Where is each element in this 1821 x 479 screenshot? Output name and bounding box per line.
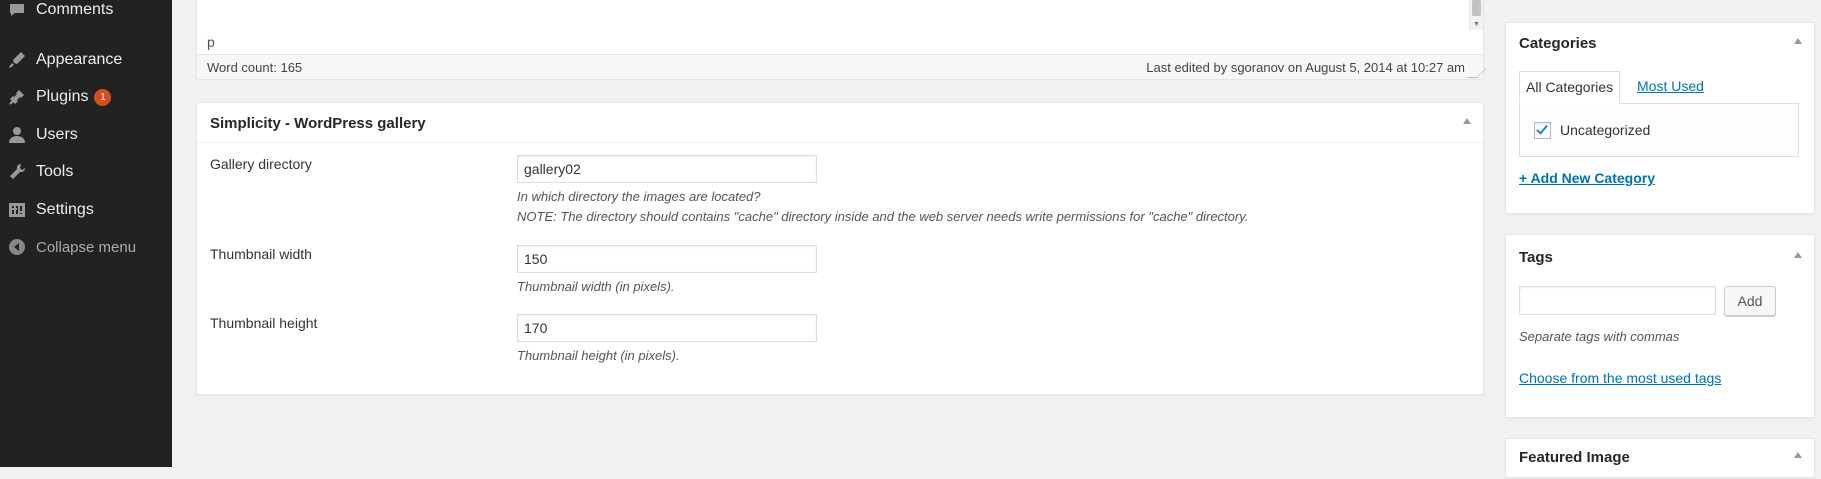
featured-image-box-header[interactable]: Featured Image [1506,439,1814,479]
scroll-down-arrow-icon[interactable]: ▼ [1473,21,1480,28]
tab-all-categories[interactable]: All Categories [1519,71,1621,104]
categories-box-header[interactable]: Categories [1506,23,1814,63]
gallery-directory-desc: In which directory the images are locate… [517,189,761,204]
sidebar-item-label: Appearance [36,51,123,68]
update-count-badge: 1 [94,88,112,106]
users-icon [7,125,27,145]
word-count: Word count: 165 [207,60,303,75]
gallery-directory-input[interactable] [517,155,817,183]
comments-icon [7,0,27,20]
tag-hint-text: Separate tags with commas [1519,329,1680,344]
tags-box: Tags Add Separate tags with commas Choos… [1505,234,1815,418]
editor-element-path[interactable]: p [207,34,215,50]
collapse-toggle-icon[interactable] [1794,452,1802,458]
tools-icon [7,162,27,182]
editor-status-bar: Word count: 165 Last edited by sgoranov … [197,54,1487,79]
featured-image-box-title: Featured Image [1519,449,1630,466]
appearance-icon [7,50,27,70]
categories-box-title: Categories [1519,35,1597,52]
tags-box-title: Tags [1519,249,1553,266]
sidebar-item-appearance[interactable]: Appearance [0,43,172,77]
gallery-box-title: Simplicity - WordPress gallery [210,115,426,132]
add-tag-button[interactable]: Add [1724,286,1776,316]
sidebar-item-label: Users [36,126,78,143]
thumbnail-height-input[interactable] [517,314,817,342]
gallery-box-header[interactable]: Simplicity - WordPress gallery [197,103,1483,143]
checkmark-icon [1536,122,1548,135]
thumbnail-height-desc: Thumbnail height (in pixels). [517,348,680,363]
thumbnail-width-desc: Thumbnail width (in pixels). [517,279,675,294]
collapse-menu-button[interactable]: Collapse menu [0,230,172,264]
sidebar-item-label: Tools [36,163,74,180]
new-tag-input[interactable] [1519,286,1716,315]
scrollbar-thumb[interactable] [1472,0,1481,16]
plugins-icon [7,87,27,107]
collapse-toggle-icon[interactable] [1463,118,1471,124]
resize-handle-icon[interactable] [1467,68,1487,78]
categories-box: Categories All Categories Most Used Unca… [1505,22,1815,214]
sidebar-item-settings[interactable]: Settings [0,193,172,227]
sidebar-item-users[interactable]: Users [0,118,172,152]
category-checklist: Uncategorized [1519,103,1799,157]
thumbnail-width-input[interactable] [517,245,817,273]
post-editor: ▼ p Word count: 165 Last edited by sgora… [196,0,1487,80]
collapse-toggle-icon[interactable] [1794,38,1802,44]
editor-scrollbar[interactable]: ▼ [1469,0,1483,30]
sidebar-item-label: Settings [36,201,94,218]
sidebar-item-label: Plugins [36,88,89,105]
collapse-toggle-icon[interactable] [1794,252,1802,258]
tags-box-header[interactable]: Tags [1506,235,1814,275]
add-new-category-link[interactable]: + Add New Category [1519,170,1655,186]
choose-most-used-tags-link[interactable]: Choose from the most used tags [1519,370,1721,386]
last-edited-info: Last edited by sgoranov on August 5, 201… [1146,60,1465,75]
collapse-icon [7,237,27,257]
sidebar-item-plugins[interactable]: Plugins 1 [0,80,172,114]
category-checkbox[interactable] [1534,122,1551,139]
gallery-directory-note: NOTE: The directory should contains "cac… [517,209,1249,224]
sidebar-item-label: Collapse menu [36,238,137,256]
admin-sidebar: Comments Appearance Plugins 1 Users Tool… [0,0,172,467]
thumbnail-height-label: Thumbnail height [210,315,318,331]
sidebar-item-tools[interactable]: Tools [0,155,172,189]
sidebar-item-comments[interactable]: Comments [0,0,172,27]
settings-icon [7,200,27,220]
thumbnail-width-label: Thumbnail width [210,246,312,262]
sidebar-item-label: Comments [36,1,114,18]
gallery-settings-box: Simplicity - WordPress gallery Gallery d… [196,102,1484,395]
gallery-directory-label: Gallery directory [210,156,312,172]
category-label[interactable]: Uncategorized [1560,122,1650,138]
featured-image-box: Featured Image [1505,438,1815,478]
tab-most-used[interactable]: Most Used [1631,71,1710,104]
